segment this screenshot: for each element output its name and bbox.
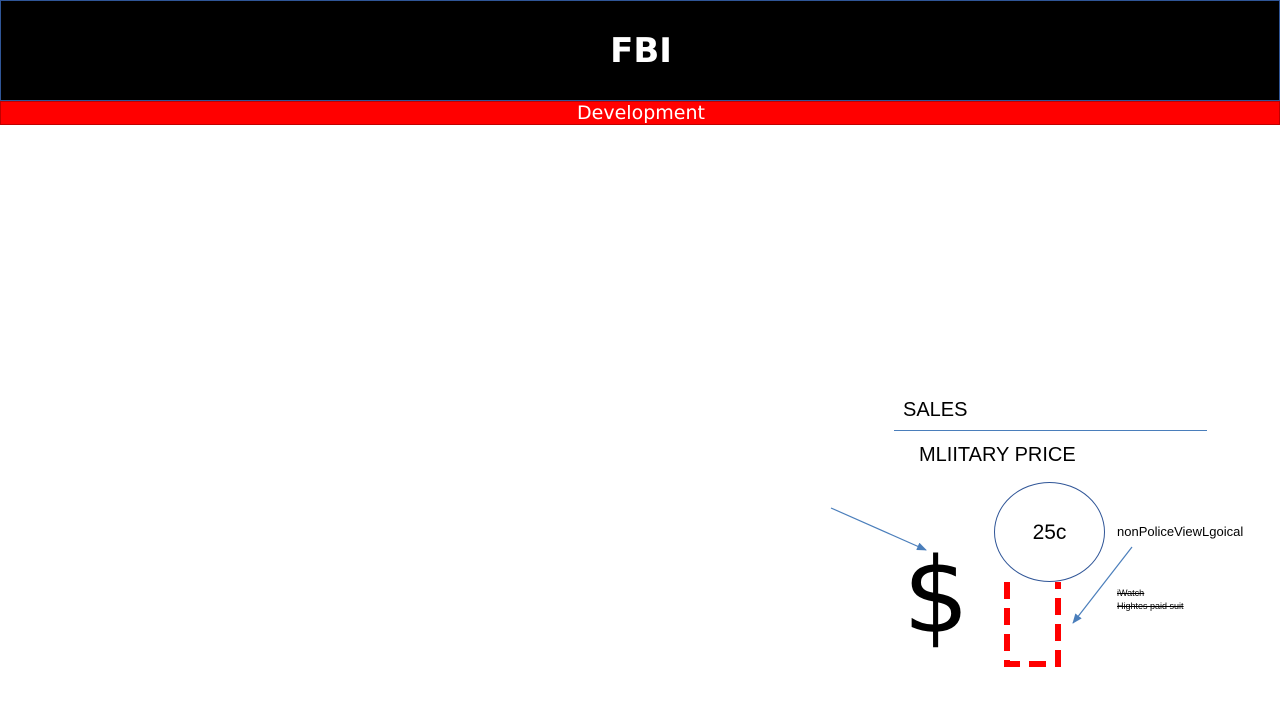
slide-subtitle: Development <box>577 102 705 124</box>
dashed-bracket-shape <box>1004 582 1061 667</box>
price-value: 25c <box>1032 521 1067 544</box>
price-circle: 25c <box>994 482 1105 582</box>
struck-list: iWatch Hightes paid suit <box>1117 587 1184 613</box>
dollar-sign: $ <box>903 535 970 657</box>
slide-title: FBI <box>610 31 672 71</box>
divider-line <box>894 430 1207 431</box>
struck-item: iWatch <box>1117 588 1145 598</box>
side-note: nonPoliceViewLgoical <box>1117 524 1244 539</box>
slide: FBI Development SALES MLIITARY PRICE 25c… <box>0 0 1280 720</box>
military-price-label: MLIITARY PRICE <box>919 444 1076 466</box>
title-bar: FBI <box>0 0 1280 101</box>
sales-label: SALES <box>903 399 968 421</box>
subtitle-bar: Development <box>0 101 1280 125</box>
struck-item: Hightes paid suit <box>1117 601 1184 611</box>
